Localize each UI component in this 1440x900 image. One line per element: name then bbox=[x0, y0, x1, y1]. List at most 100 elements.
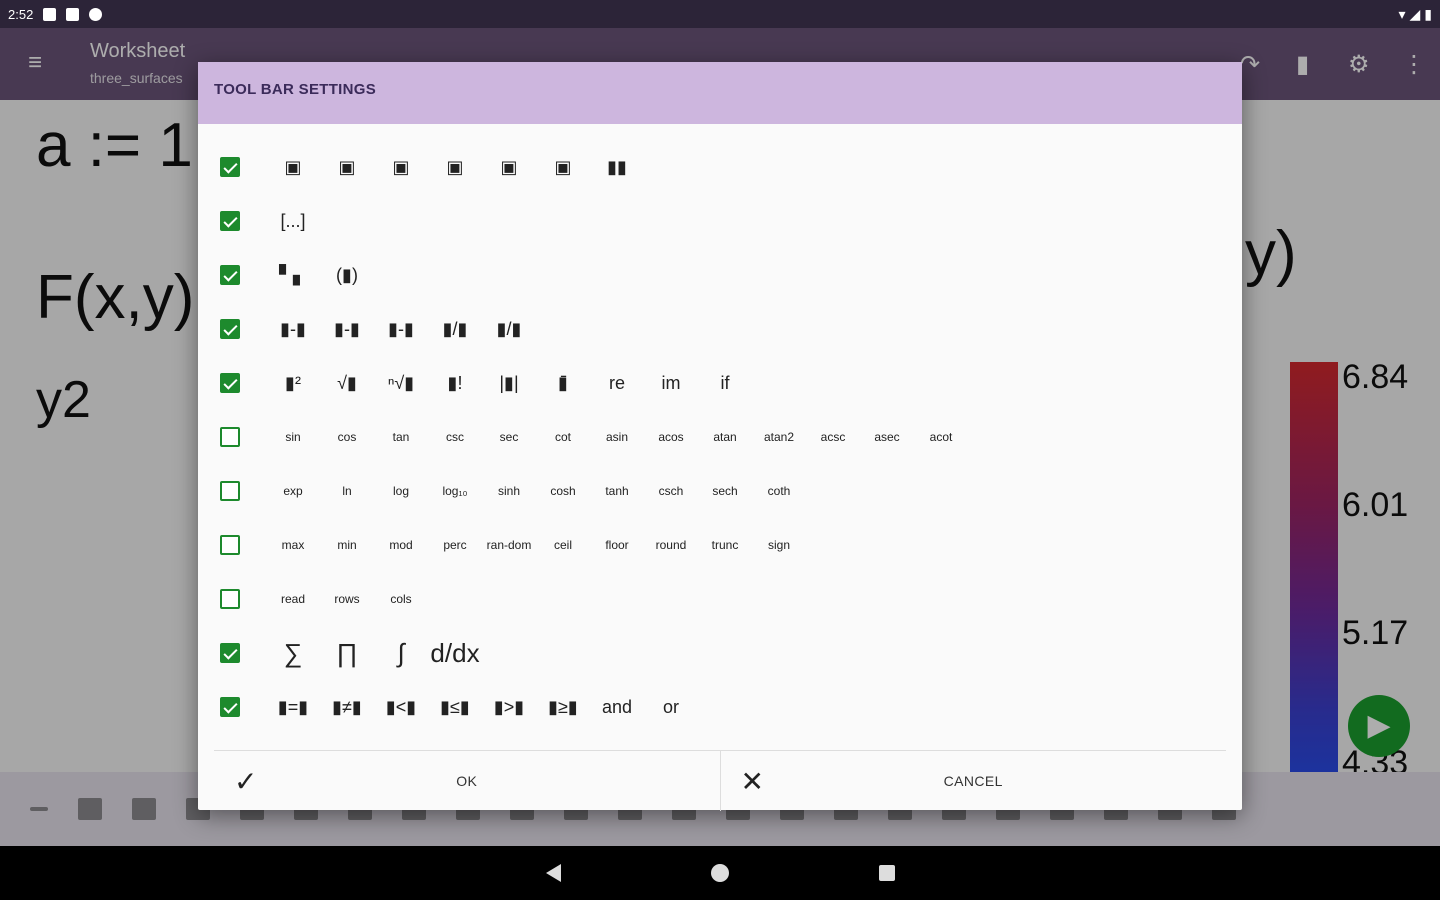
toolbar-item-label: ▘▖ bbox=[279, 264, 307, 285]
toolbar-item-label: ▮-▮ bbox=[280, 318, 306, 339]
row-checkbox[interactable] bbox=[220, 157, 240, 177]
battery-icon: ▮ bbox=[1424, 5, 1432, 22]
toolbar-item-label: round bbox=[655, 538, 687, 552]
toolbar-item: if bbox=[698, 356, 752, 410]
toolbar-item: ▮-▮ bbox=[374, 302, 428, 356]
toolbar-item: exp bbox=[266, 464, 320, 518]
toolbar-item-label: ∫ bbox=[397, 637, 405, 668]
toolbar-item-label: log bbox=[392, 484, 409, 498]
toolbar-item: sign bbox=[752, 518, 806, 572]
toolbar-item-label: ▮² bbox=[285, 372, 301, 393]
toolbar-item: ▣ bbox=[536, 140, 590, 194]
toolbar-item-label: ceil bbox=[553, 538, 572, 552]
row-checkbox[interactable] bbox=[220, 373, 240, 393]
toolbar-item: perc bbox=[428, 518, 482, 572]
toolbar-item-label: ▮<▮ bbox=[385, 696, 417, 717]
toolbar-item: or bbox=[644, 680, 698, 734]
toolbar-item: min bbox=[320, 518, 374, 572]
cancel-button[interactable]: ✕ CANCEL bbox=[719, 751, 1227, 811]
toolbar-item: floor bbox=[590, 518, 644, 572]
sd-card-icon bbox=[66, 7, 80, 21]
settings-row: max min mod perc ran-dom ceil floor round trunc s… bbox=[198, 518, 1242, 572]
toolbar-item: cols bbox=[374, 572, 428, 626]
row-checkbox[interactable] bbox=[220, 319, 240, 339]
row-checkbox[interactable] bbox=[220, 697, 240, 717]
toolbar-item-label: ▣ bbox=[392, 156, 410, 177]
toolbar-item-label: ▮! bbox=[447, 372, 463, 393]
toolbar-item-label: acos bbox=[658, 430, 684, 444]
toolbar-item: csc bbox=[428, 410, 482, 464]
toolbar-item: (▮) bbox=[320, 248, 374, 302]
toolbar-item-label: min bbox=[337, 538, 357, 552]
toolbar-item: cot bbox=[536, 410, 590, 464]
toolbar-item: |▮| bbox=[482, 356, 536, 410]
toolbar-item: ▮/▮ bbox=[428, 302, 482, 356]
toolbar-item: asec bbox=[860, 410, 914, 464]
settings-row: ▘▖ (▮) bbox=[198, 248, 1242, 302]
recents-icon[interactable] bbox=[878, 865, 895, 881]
toolbar-item-label: cot bbox=[554, 430, 571, 444]
toolbar-item-label: acot bbox=[929, 430, 953, 444]
toolbar-item: im bbox=[644, 356, 698, 410]
status-bar: 2:52 ▾ ◢ ▮ bbox=[0, 0, 1440, 28]
signal-icon: ◢ bbox=[1409, 5, 1421, 22]
back-icon[interactable] bbox=[545, 864, 561, 882]
toolbar-item-label: asin bbox=[605, 430, 628, 444]
toolbar-item: ceil bbox=[536, 518, 590, 572]
toolbar-item-label: ▣ bbox=[284, 156, 302, 177]
toolbar-item-label: or bbox=[662, 696, 679, 717]
toolbar-item-label: cols bbox=[390, 592, 412, 606]
row-checkbox[interactable] bbox=[220, 211, 240, 231]
toolbar-item: ▮² bbox=[266, 356, 320, 410]
row-checkbox[interactable] bbox=[220, 265, 240, 285]
home-icon[interactable] bbox=[710, 864, 729, 882]
toolbar-item-label: ∏ bbox=[336, 637, 358, 668]
settings-row: ▣ ▣ ▣ ▣ ▣ ▣ ▮▮ bbox=[198, 140, 1242, 194]
row-checkbox[interactable] bbox=[220, 589, 240, 609]
settings-row: ▮=▮ ▮≠▮ ▮<▮ ▮≤▮ ▮>▮ ▮≥▮ and or bbox=[198, 680, 1242, 734]
toolbar-item-label: coth bbox=[767, 484, 791, 498]
toolbar-item: ▣ bbox=[320, 140, 374, 194]
toolbar-item: acsc bbox=[806, 410, 860, 464]
toolbar-item-label: |▮| bbox=[499, 372, 519, 393]
toolbar-item: cos bbox=[320, 410, 374, 464]
toolbar-item-label: csch bbox=[658, 484, 684, 498]
settings-row: ∑ ∏ ∫ d/dx bbox=[198, 626, 1242, 680]
toolbar-item: ▣ bbox=[374, 140, 428, 194]
toolbar-item: ▮≥▮ bbox=[536, 680, 590, 734]
toolbar-item-label: ▮≥▮ bbox=[548, 696, 578, 717]
toolbar-item-label: sinh bbox=[497, 484, 520, 498]
toolbar-item: log₁₀ bbox=[428, 464, 482, 518]
toolbar-item-label: d/dx bbox=[430, 637, 480, 668]
toolbar-item-label: sec bbox=[499, 430, 519, 444]
toolbar-item: asin bbox=[590, 410, 644, 464]
toolbar-item: acot bbox=[914, 410, 968, 464]
toolbar-item-label: ▮/▮ bbox=[496, 318, 522, 339]
toolbar-item: ▘▖ bbox=[266, 248, 320, 302]
dialog-title: TOOL BAR SETTINGS bbox=[198, 62, 1242, 124]
toolbar-item: ▣ bbox=[482, 140, 536, 194]
toolbar-item-label: re bbox=[608, 372, 625, 393]
row-checkbox[interactable] bbox=[220, 427, 240, 447]
toolbar-item-label: sin bbox=[285, 430, 301, 444]
toolbar-item-label: im bbox=[661, 372, 681, 393]
settings-row: read rows cols bbox=[198, 572, 1242, 626]
toolbar-item: ▮-▮ bbox=[320, 302, 374, 356]
row-checkbox[interactable] bbox=[220, 643, 240, 663]
toolbar-item-label: ran-dom bbox=[486, 538, 532, 552]
toolbar-item-label: tan bbox=[392, 430, 410, 444]
notification-icon bbox=[43, 7, 57, 21]
toolbar-item: sec bbox=[482, 410, 536, 464]
dialog-footer: ✓ OK ✕ CANCEL bbox=[214, 750, 1226, 811]
toolbar-item-label: ln bbox=[342, 484, 352, 498]
row-checkbox[interactable] bbox=[220, 535, 240, 555]
toolbar-item: ∫ bbox=[374, 626, 428, 680]
ok-button[interactable]: ✓ OK bbox=[214, 751, 720, 811]
toolbar-item: read bbox=[266, 572, 320, 626]
toolbar-item: tanh bbox=[590, 464, 644, 518]
toolbar-item-label: cos bbox=[337, 430, 357, 444]
row-checkbox[interactable] bbox=[220, 481, 240, 501]
toolbar-item: acos bbox=[644, 410, 698, 464]
toolbar-item-label: mod bbox=[389, 538, 413, 552]
toolbar-item-label: tanh bbox=[605, 484, 629, 498]
